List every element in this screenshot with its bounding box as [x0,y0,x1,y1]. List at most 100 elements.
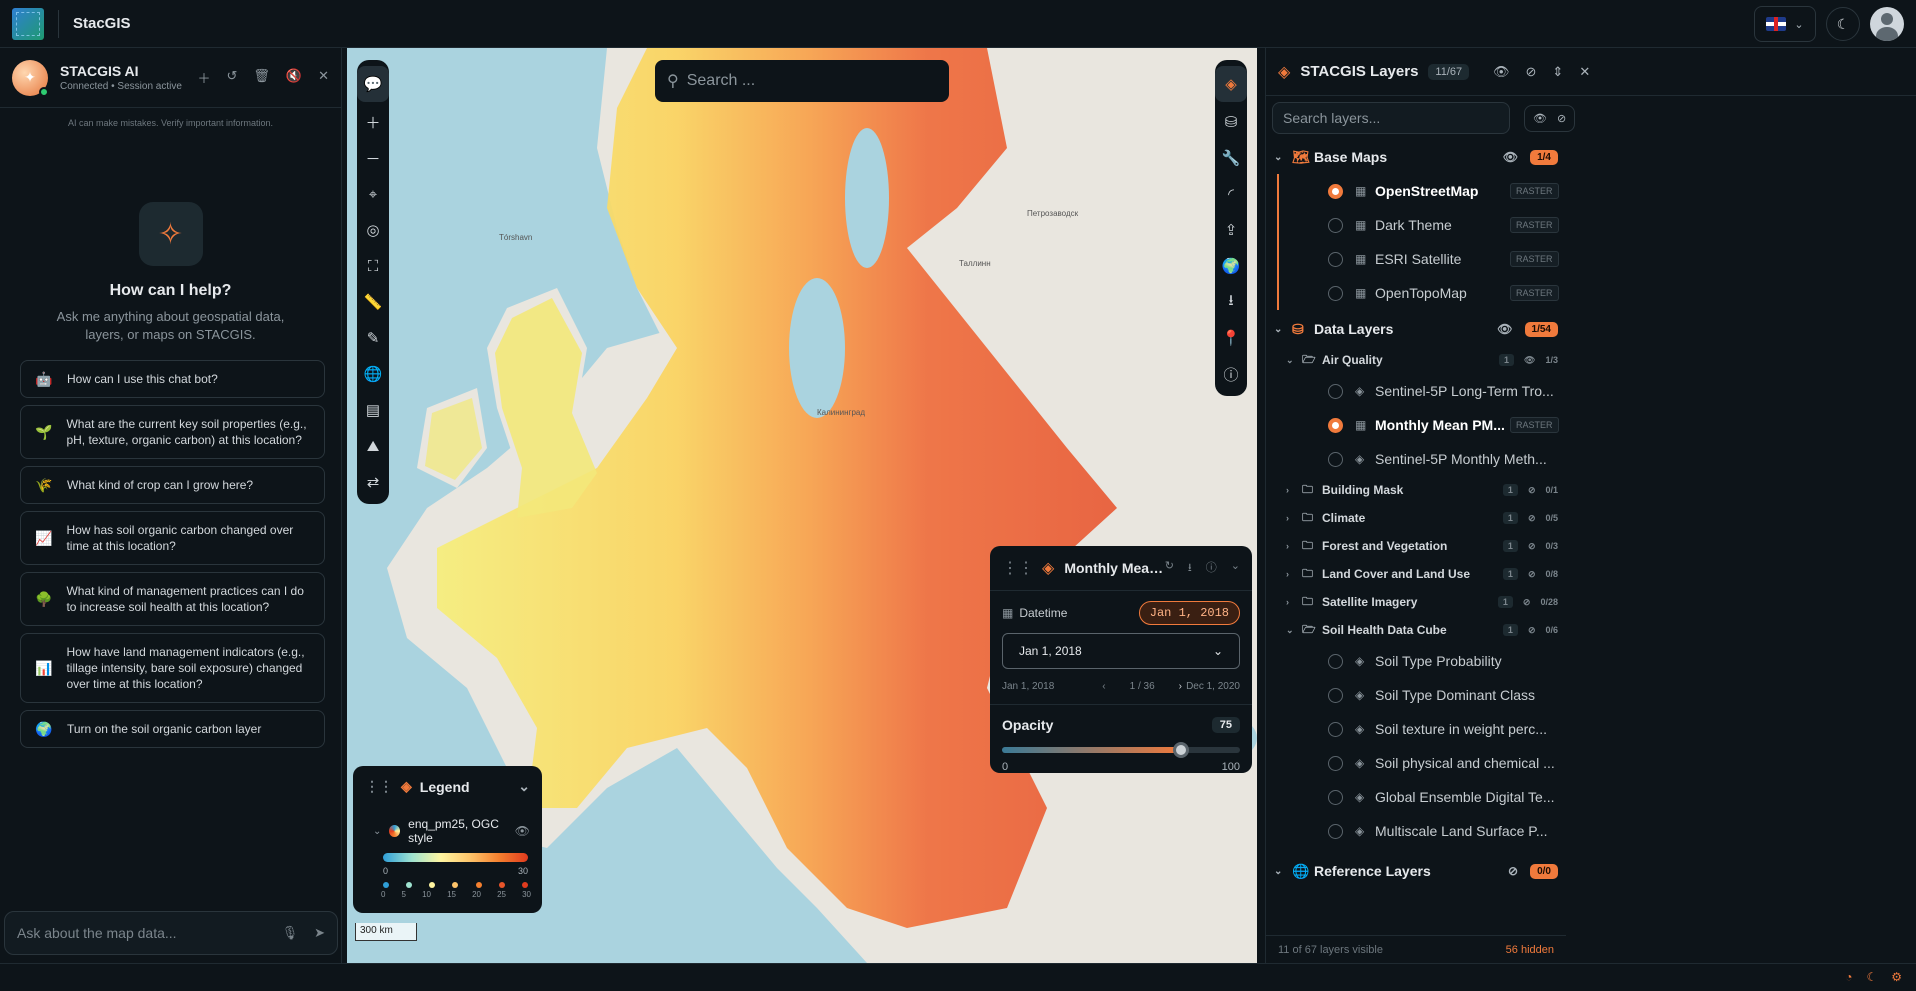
layer-item[interactable]: ▦ Dark Theme RASTER [1266,208,1566,242]
radio[interactable] [1328,653,1343,669]
eye-off-icon[interactable]: ⊘ [1528,513,1536,524]
radio-selected[interactable] [1328,417,1343,433]
share-icon[interactable]: ⇪ [1215,212,1247,248]
suggestion-item[interactable]: 🌳 What kind of management practices can I… [20,572,325,626]
close-icon[interactable]: ✕ [1579,64,1590,80]
folder-climate[interactable]: › 🗀 Climate 1 ⊘ 0/5 [1266,504,1566,532]
send-icon[interactable]: ➤ [314,925,325,941]
radio[interactable] [1328,383,1343,399]
rss-icon[interactable]: ◜ [1215,176,1247,212]
layer-item[interactable]: ◈ Global Ensemble Digital Te... [1266,780,1566,814]
layer-item[interactable]: ◈ Soil physical and chemical ... [1266,746,1566,780]
folder-satellite[interactable]: › 🗀 Satellite Imagery 1 ⊘ 0/28 [1266,588,1566,616]
radio[interactable] [1328,755,1343,771]
eye-off-icon[interactable]: ⊘ [1528,485,1536,496]
date-select[interactable]: Jan 1, 2018 ⌄ [1002,633,1240,669]
layer-item[interactable]: ◈ Multiscale Land Surface P... [1266,814,1566,848]
radio[interactable] [1328,217,1343,233]
next-icon[interactable]: › [1179,681,1182,692]
eye-off-icon[interactable]: ⊘ [1528,569,1536,580]
suggestion-item[interactable]: 📊 How have land management indicators (e.… [20,633,325,703]
layers-icon[interactable]: ◈ [1215,66,1247,102]
suggestion-item[interactable]: 📈 How has soil organic carbon changed ove… [20,511,325,565]
layers-search-input[interactable] [1272,102,1510,134]
radio[interactable] [1328,721,1343,737]
opacity-slider[interactable] [1002,742,1240,758]
radio-selected[interactable] [1328,183,1343,199]
folder-forest[interactable]: › 🗀 Forest and Vegetation 1 ⊘ 0/3 [1266,532,1566,560]
layer-item[interactable]: ◈ Sentinel-5P Long-Term Tro... [1266,374,1566,408]
suggestion-item[interactable]: 🌱 What are the current key soil propertie… [20,405,325,459]
history-icon[interactable]: ↺ [226,68,237,87]
zoom-in-icon[interactable]: ＋ [357,104,389,140]
report-icon[interactable]: ▤ [357,392,389,428]
eye-off-icon[interactable]: ⊘ [1528,541,1536,552]
layer-item[interactable]: ◈ Soil Type Probability [1266,644,1566,678]
map-search-input[interactable] [686,72,937,90]
folder-building-mask[interactable]: › 🗀 Building Mask 1 ⊘ 0/1 [1266,476,1566,504]
eye-icon[interactable]: 👁 [515,824,530,838]
measure-icon[interactable]: 📏 [357,284,389,320]
layer-item[interactable]: ▦ OpenTopoMap RASTER [1266,276,1566,310]
layer-item[interactable]: ▦ ESRI Satellite RASTER [1266,242,1566,276]
chevron-down-icon[interactable]: ⌄ [518,778,530,795]
radio[interactable] [1328,687,1343,703]
hidden-count[interactable]: 56 hidden [1506,944,1554,956]
trash-icon[interactable]: 🗑 [253,68,270,87]
settings-icon[interactable]: ⚙ [1891,970,1902,984]
eye-off-icon[interactable]: ⊘ [1526,64,1537,80]
layer-item[interactable]: ▦ OpenStreetMap RASTER [1266,174,1566,208]
download-icon[interactable]: ⭳ [1215,284,1247,320]
moon-icon[interactable]: ☾ [1866,970,1877,984]
radio[interactable] [1328,823,1343,839]
globe-icon[interactable]: 🌐 [357,356,389,392]
download-icon[interactable]: ⭳ [1188,559,1192,578]
chevron-down-icon[interactable]: ⌄ [373,826,381,837]
radio[interactable] [1328,251,1343,267]
radio[interactable] [1328,451,1343,467]
folder-land-cover[interactable]: › 🗀 Land Cover and Land Use 1 ⊘ 0/8 [1266,560,1566,588]
eye-off-icon[interactable]: ⊘ [1528,625,1536,636]
terrain-icon[interactable]: ⛰ [357,428,389,464]
swap-icon[interactable]: ⇄ [357,464,389,500]
theme-toggle-button[interactable]: ☾ [1826,7,1860,41]
database-icon[interactable]: ⛁ [1215,104,1247,140]
close-icon[interactable]: ✕ [318,68,329,87]
prev-icon[interactable]: ‹ [1102,681,1105,692]
app-logo[interactable] [12,7,44,40]
expand-icon[interactable]: ⇕ [1552,64,1563,80]
info-icon[interactable]: ⓘ [1206,559,1217,578]
radio[interactable] [1328,285,1343,301]
wrench-icon[interactable]: 🔧 [1215,140,1247,176]
eye-icon[interactable]: 👁 [1533,112,1547,125]
eye-icon[interactable]: 👁 [1497,322,1512,336]
layer-item[interactable]: ◈ Soil Type Dominant Class [1266,678,1566,712]
eye-icon[interactable]: 👁 [1524,355,1535,366]
chat-toggle-icon[interactable]: 💬 [357,66,389,102]
suggestion-item[interactable]: 🌾 What kind of crop can I grow here? [20,466,325,504]
eye-icon[interactable]: 👁 [1503,150,1518,164]
world-icon[interactable]: 🌍 [1215,248,1247,284]
info-icon[interactable]: ⓘ [1215,356,1247,392]
group-base-maps[interactable]: ⌄ 🗺 Base Maps 👁 1/4 [1266,140,1566,174]
chevron-down-icon[interactable]: ⌄ [1231,559,1240,578]
suggestion-item[interactable]: 🌍 Turn on the soil organic carbon layer [20,710,325,748]
microphone-icon[interactable]: 🎙 [282,925,299,941]
group-data-layers[interactable]: ⌄ ⛁ Data Layers 👁 1/54 [1266,312,1566,346]
drag-handle-icon[interactable]: ⋮⋮ [365,778,393,795]
group-reference-layers[interactable]: ⌄ 🌐 Reference Layers ⊘ 0/0 [1266,854,1566,888]
new-chat-icon[interactable]: ＋ [197,68,210,87]
layer-item[interactable]: ▦ Monthly Mean PM... RASTER [1266,408,1566,442]
suggestion-item[interactable]: 🤖 How can I use this chat bot? [20,360,325,398]
fullscreen-icon[interactable]: ⛶ [357,248,389,284]
map-canvas[interactable]: Tórshavn Калининград Таллинн Петрозаводс… [347,48,1257,963]
status-icon[interactable]: ◔ [1845,970,1852,984]
drag-handle-icon[interactable]: ⋮⋮ [1002,558,1034,578]
eye-off-icon[interactable]: ⊘ [1523,597,1531,608]
compass-icon[interactable]: ◎ [357,212,389,248]
eye-icon[interactable]: 👁 [1493,64,1510,80]
reset-icon[interactable]: ↻ [1165,559,1174,578]
eye-off-icon[interactable]: ⊘ [1508,864,1518,878]
chat-input[interactable] [17,925,266,941]
language-selector[interactable]: ⌄ [1754,6,1816,42]
